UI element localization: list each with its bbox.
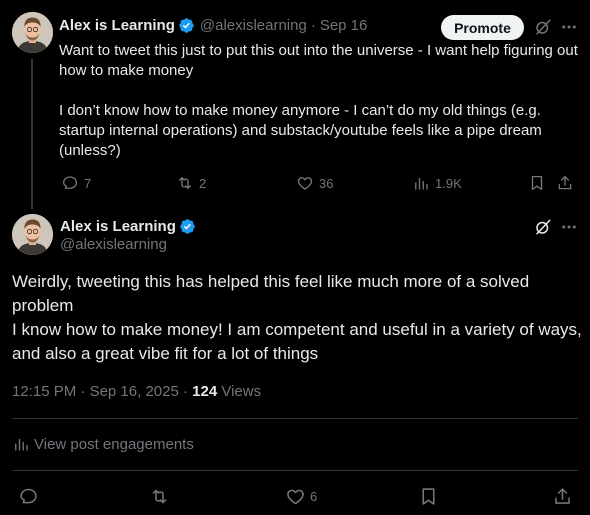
tweet-time[interactable]: 12:15 PM xyxy=(12,383,76,400)
main-tweet-line: I know how to make money! I am competent… xyxy=(12,320,582,363)
views-label: Views xyxy=(221,383,262,400)
reply-button[interactable] xyxy=(18,486,39,507)
bookmark-icon[interactable] xyxy=(528,174,546,192)
share-icon[interactable] xyxy=(556,174,574,192)
grok-icon[interactable] xyxy=(534,218,552,236)
like-count: 6 xyxy=(310,489,318,504)
divider xyxy=(12,418,578,419)
parent-tweet[interactable]: Alex is Learning @alexislearning · Sep 1… xyxy=(0,0,590,209)
author-handle[interactable]: @alexislearning xyxy=(60,236,167,253)
grok-icon[interactable] xyxy=(534,18,552,36)
parent-tweet-text: Want to tweet this just to put this out … xyxy=(59,41,584,161)
main-tweet-header: Alex is Learning xyxy=(60,216,196,236)
tweet-date[interactable]: Sep 16, 2025 xyxy=(90,383,179,400)
main-tweet-text: Weirdly, tweeting this has helped this f… xyxy=(12,270,582,366)
repost-button[interactable]: 2 xyxy=(176,174,206,192)
views-count: 124 xyxy=(192,383,218,400)
parent-tweet-paragraph: I don’t know how to make money anymore -… xyxy=(59,102,542,159)
analytics-icon xyxy=(15,438,28,451)
heart-icon xyxy=(297,177,313,190)
tweet-date[interactable]: Sep 16 xyxy=(320,17,368,34)
parent-tweet-header: Alex is Learning @alexislearning · Sep 1… xyxy=(59,14,367,36)
share-button[interactable] xyxy=(552,486,573,507)
view-engagements-link[interactable]: View post engagements xyxy=(12,435,194,453)
avatar[interactable] xyxy=(12,214,53,255)
repost-count: 2 xyxy=(199,175,207,191)
author-name[interactable]: Alex is Learning xyxy=(59,17,175,34)
thread-connector-line xyxy=(31,59,33,209)
author-name[interactable]: Alex is Learning xyxy=(60,218,176,235)
heart-icon xyxy=(287,489,304,505)
views-count: 1.9K xyxy=(435,175,462,191)
share-icon xyxy=(555,488,570,504)
repost-icon xyxy=(152,489,167,504)
more-icon[interactable] xyxy=(560,218,578,236)
author-handle[interactable]: @alexislearning xyxy=(200,17,307,34)
separator-dot: · xyxy=(182,383,188,400)
bookmark-icon xyxy=(422,488,435,505)
promote-button[interactable]: Promote xyxy=(441,15,524,40)
repost-icon xyxy=(179,177,191,189)
bookmark-button[interactable] xyxy=(418,486,439,507)
separator-dot: · xyxy=(80,383,86,400)
main-tweet-line: Weirdly, tweeting this has helped this f… xyxy=(12,272,530,315)
reply-icon xyxy=(62,176,78,189)
repost-button[interactable] xyxy=(149,486,170,507)
divider xyxy=(12,470,578,471)
parent-tweet-paragraph: Want to tweet this just to put this out … xyxy=(59,42,578,79)
analytics-icon xyxy=(415,177,428,190)
like-button[interactable]: 36 xyxy=(296,174,333,192)
verified-badge-icon xyxy=(180,218,195,234)
like-count: 36 xyxy=(319,175,334,191)
avatar[interactable] xyxy=(12,12,53,53)
verified-badge-icon xyxy=(179,17,194,33)
reply-icon xyxy=(20,488,37,504)
separator-dot: · xyxy=(310,16,316,34)
reply-count: 7 xyxy=(84,175,92,191)
view-engagements-label: View post engagements xyxy=(34,435,194,453)
views-button[interactable]: 1.9K xyxy=(412,174,462,192)
reply-button[interactable]: 7 xyxy=(61,174,91,192)
more-icon[interactable] xyxy=(560,18,578,36)
tweet-meta: 12:15 PM · Sep 16, 2025 · 124 Views xyxy=(12,383,261,400)
like-button[interactable]: 6 xyxy=(285,486,317,507)
